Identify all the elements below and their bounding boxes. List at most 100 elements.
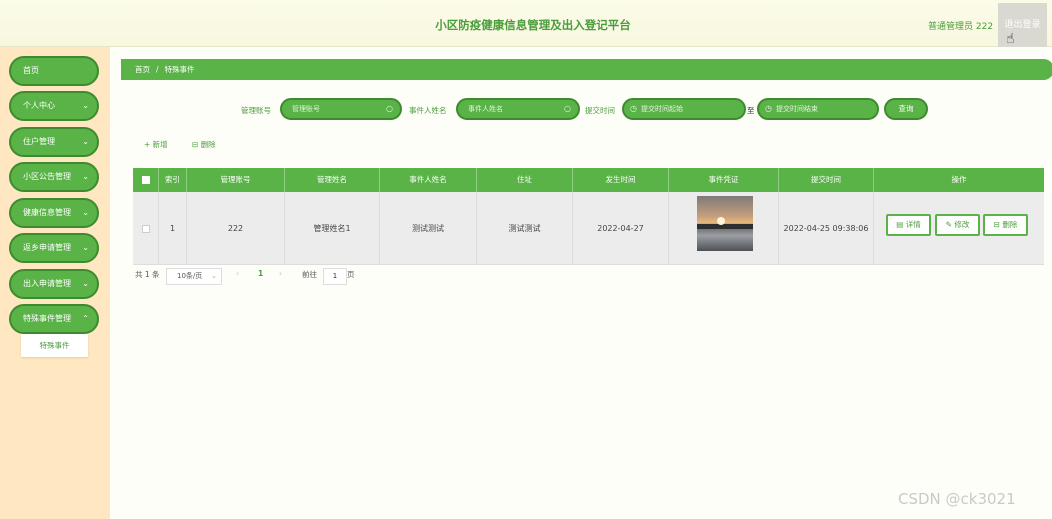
chevron-down-icon: ⌄	[82, 137, 89, 146]
sidebar-item-label: 返乡申请管理	[23, 243, 71, 252]
sidebar-item-health-mgmt[interactable]: 健康信息管理 ⌄	[9, 198, 99, 228]
chevron-down-icon: ⌄	[82, 172, 89, 181]
pencil-icon: ✎	[945, 220, 952, 229]
watermark: CSDN @ck3021	[898, 490, 1016, 508]
add-button[interactable]: + 新增	[144, 139, 168, 150]
photo-treeline	[697, 224, 753, 229]
sidebar-item-notice-mgmt[interactable]: 小区公告管理 ⌄	[9, 162, 99, 192]
filter-account-placeholder: 管理账号	[292, 105, 320, 113]
detail-button[interactable]: ▤ 详情	[886, 214, 931, 236]
cell-occur-time: 2022-04-27	[573, 192, 669, 264]
detail-label: 详情	[905, 220, 921, 229]
clock-icon: ◷	[630, 104, 637, 113]
sidebar-item-label: 小区公告管理	[23, 172, 71, 181]
filter-name-placeholder: 事件人姓名	[468, 105, 503, 113]
breadcrumb: 首页 / 特殊事件	[121, 59, 1052, 80]
cell-account: 222	[187, 192, 285, 264]
app-title: 小区防疫健康信息管理及出入登记平台	[435, 18, 631, 32]
col-header: 住址	[477, 168, 573, 192]
table-row: 1 222 管理姓名1 测试测试 测试测试 2022-04-27 2022-04…	[133, 192, 1044, 265]
col-header: 发生时间	[573, 168, 669, 192]
table-header: 索引 管理账号 管理姓名 事件人姓名 住址 发生时间 事件凭证 提交时间 操作	[133, 168, 1044, 192]
sidebar-item-home[interactable]: 首页	[9, 56, 99, 86]
sidebar-item-return-mgmt[interactable]: 返乡申请管理 ⌄	[9, 233, 99, 263]
sidebar-item-access-mgmt[interactable]: 出入申请管理 ⌄	[9, 269, 99, 299]
chevron-down-icon: ⌄	[211, 272, 217, 280]
prev-page-icon[interactable]: ‹	[236, 269, 239, 278]
sidebar-item-resident-mgmt[interactable]: 住户管理 ⌄	[9, 127, 99, 157]
sidebar-item-label: 住户管理	[23, 137, 55, 146]
breadcrumb-separator: /	[156, 65, 159, 74]
col-header: 提交时间	[779, 168, 874, 192]
sidebar-item-personal-center[interactable]: 个人中心 ⌄	[9, 91, 99, 121]
select-all-cell[interactable]	[133, 168, 159, 192]
chevron-down-icon: ⌄	[82, 208, 89, 217]
breadcrumb-current: 特殊事件	[164, 65, 195, 74]
hand-cursor-icon: ☝	[1006, 31, 1015, 47]
batch-delete-button[interactable]: ⊟ 删除	[192, 139, 216, 150]
next-page-icon[interactable]: ›	[279, 269, 282, 278]
goto-label: 前往	[302, 270, 317, 279]
cell-submit-time: 2022-04-25 09:38:06	[779, 192, 874, 264]
chevron-down-icon: ⌄	[82, 279, 89, 288]
edit-button[interactable]: ✎ 修改	[935, 214, 980, 236]
filter-end-placeholder: 提交时间结束	[776, 105, 818, 113]
cell-operations: ▤ 详情 ✎ 修改 ⊟ 删除	[874, 192, 1044, 264]
page-size-value: 10条/页	[177, 272, 203, 280]
page-unit-label: 页	[347, 270, 355, 279]
chevron-up-icon: ⌃	[82, 314, 89, 323]
col-header: 管理姓名	[285, 168, 380, 192]
filter-name-input[interactable]: 事件人姓名 ○	[456, 98, 580, 120]
col-header: 管理账号	[187, 168, 285, 192]
sidebar-item-label: 首页	[23, 66, 39, 75]
delete-button[interactable]: ⊟ 删除	[983, 214, 1028, 236]
goto-page-input[interactable]: 1	[323, 268, 347, 285]
chevron-down-icon: ⌄	[82, 101, 89, 110]
current-user-label: 普通管理员 222	[928, 22, 994, 32]
filter-account-label: 管理账号	[241, 106, 271, 115]
filter-name-label: 事件人姓名	[409, 106, 447, 115]
delete-label: 删除	[1002, 220, 1018, 229]
submenu-item-special-event[interactable]: 特殊事件	[21, 334, 88, 357]
pagination-total: 共 1 条	[135, 270, 160, 279]
row-checkbox[interactable]	[141, 224, 150, 233]
col-header: 事件凭证	[669, 168, 779, 192]
sidebar-item-label: 出入申请管理	[23, 279, 71, 288]
page-number-current[interactable]: 1	[258, 269, 263, 278]
cell-manager-name: 管理姓名1	[285, 192, 380, 264]
photo-sun	[717, 217, 725, 225]
clock-icon: ◷	[765, 104, 772, 113]
cell-index: 1	[159, 192, 187, 264]
col-header: 索引	[159, 168, 187, 192]
filter-start-time-input[interactable]: ◷ 提交时间起始	[622, 98, 746, 120]
row-select-cell[interactable]	[133, 192, 159, 264]
trash-icon: ⊟	[192, 140, 199, 149]
breadcrumb-home[interactable]: 首页	[135, 65, 150, 74]
document-icon: ▤	[896, 220, 904, 229]
page-size-select[interactable]: 10条/页 ⌄	[166, 268, 222, 285]
sidebar-item-label: 健康信息管理	[23, 208, 71, 217]
col-header: 事件人姓名	[380, 168, 477, 192]
search-icon: ○	[564, 104, 571, 113]
filter-time-label: 提交时间	[585, 106, 615, 115]
main-content: 首页 / 特殊事件 管理账号 管理账号 ○ 事件人姓名 事件人姓名 ○ 提交时间 ◷…	[110, 47, 1052, 519]
sidebar-item-label: 特殊事件管理	[23, 314, 71, 323]
sidebar: 首页 个人中心 ⌄ 住户管理 ⌄ 小区公告管理 ⌄ 健康信息管理 ⌄ 返乡申请管…	[0, 47, 110, 519]
col-header: 操作	[951, 175, 967, 184]
filter-start-placeholder: 提交时间起始	[641, 105, 683, 113]
edit-label: 修改	[954, 220, 970, 229]
cell-address: 测试测试	[477, 192, 573, 264]
top-header: 小区防疫健康信息管理及出入登记平台 普通管理员 222 退出登录 ☝	[0, 0, 1052, 47]
cell-evidence	[669, 192, 779, 264]
query-button[interactable]: 查询	[884, 98, 928, 120]
sidebar-item-label: 个人中心	[23, 101, 55, 110]
trash-icon: ⊟	[993, 220, 1000, 229]
filter-end-time-input[interactable]: ◷ 提交时间结束	[757, 98, 879, 120]
data-table: 索引 管理账号 管理姓名 事件人姓名 住址 发生时间 事件凭证 提交时间 操作 …	[133, 168, 1044, 265]
filter-account-input[interactable]: 管理账号 ○	[280, 98, 402, 120]
sidebar-item-special-event-mgmt[interactable]: 特殊事件管理 ⌃	[9, 304, 99, 334]
evidence-image[interactable]	[697, 196, 753, 251]
search-icon: ○	[386, 104, 393, 113]
range-to-label: 至	[747, 106, 755, 115]
select-all-checkbox[interactable]	[141, 176, 150, 184]
